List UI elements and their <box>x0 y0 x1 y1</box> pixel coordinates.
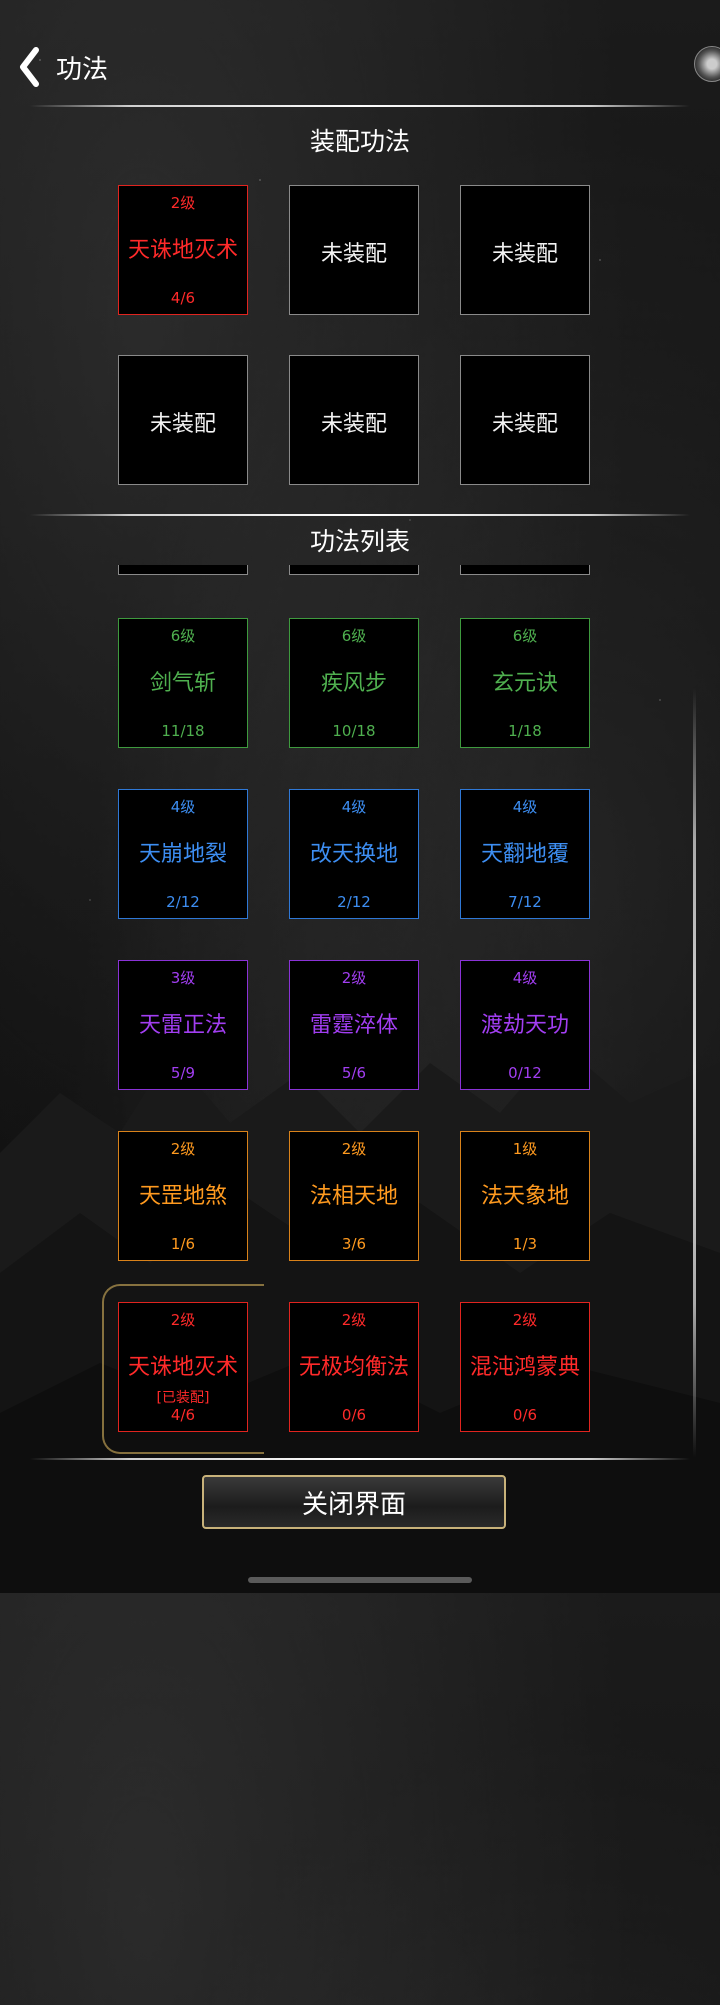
skill-card[interactable]: 4级改天换地 2/12 <box>289 789 419 919</box>
skill-card[interactable]: 6级剑气斩 11/18 <box>118 618 248 748</box>
skill-list[interactable]: 6级 剑气斩 11/18 6级 疾风步 10/18 6级 玄元诀 1/18 4级 天崩地裂 2/12 4… <box>0 565 720 2005</box>
skill-level: 2级 <box>341 1140 367 1158</box>
skill-level: 2级 <box>170 1140 196 1158</box>
skill-card-partial <box>289 565 419 575</box>
skill-card[interactable]: 2级混沌鸿蒙典 0/6 <box>460 1302 590 1432</box>
skill-card[interactable]: 6级玄元诀 1/18 <box>460 618 590 748</box>
skill-name: 天罡地煞 <box>138 1184 227 1209</box>
skill-card[interactable]: 6级疾风步 10/18 <box>289 618 419 748</box>
skill-name: 天翻地覆 <box>480 842 569 867</box>
equipped-section-title: 装配功法 <box>309 127 410 156</box>
empty-slot[interactable]: 未装配 <box>460 355 590 485</box>
skill-name: 改天换地 <box>309 842 398 867</box>
skill-level: 4级 <box>512 798 538 816</box>
skill-progress: 7/12 <box>508 893 542 911</box>
skill-progress: 5/9 <box>170 1064 196 1082</box>
skill-card[interactable]: 2级法相天地 3/6 <box>289 1131 419 1261</box>
skill-name: 未装配 <box>491 412 558 437</box>
empty-slot[interactable]: 未装配 <box>460 185 590 315</box>
skill-card[interactable]: 2级雷霆淬体 5/6 <box>289 960 419 1090</box>
skill-level: 1级 <box>512 1140 538 1158</box>
skill-card-partial <box>460 565 590 575</box>
skill-card[interactable]: 2级天罡地煞 1/6 <box>118 1131 248 1261</box>
skill-name: 渡劫天功 <box>480 1013 569 1038</box>
skill-progress: 11/18 <box>161 722 205 740</box>
skill-name: 未装配 <box>491 242 558 267</box>
skill-name: 法相天地 <box>309 1184 398 1209</box>
skill-card[interactable]: 4级天崩地裂 2/12 <box>118 789 248 919</box>
skill-level: 4级 <box>512 969 538 987</box>
skill-name: 未装配 <box>320 242 387 267</box>
skill-name: 法天象地 <box>480 1184 569 1209</box>
selection-frame <box>102 1284 264 1454</box>
skill-card-partial <box>118 565 248 575</box>
empty-slot[interactable]: 未装配 <box>118 355 248 485</box>
empty-slot[interactable]: 未装配 <box>289 185 419 315</box>
skill-level: 6级 <box>170 627 196 645</box>
back-arrow-icon[interactable] <box>18 47 46 87</box>
skill-progress: 3/6 <box>341 1235 367 1253</box>
skill-level: 6级 <box>512 627 538 645</box>
skill-name: 剑气斩 <box>149 671 216 696</box>
skill-card[interactable]: 3级天雷正法 5/9 <box>118 960 248 1090</box>
skill-name: 无极均衡法 <box>298 1355 409 1380</box>
skill-card[interactable]: 2级无极均衡法 0/6 <box>289 1302 419 1432</box>
skill-progress: 5/6 <box>341 1064 367 1082</box>
skill-progress: 0/6 <box>341 1406 367 1424</box>
skill-level: 6级 <box>341 627 367 645</box>
section-divider <box>30 514 690 516</box>
skill-progress: 1/18 <box>508 722 542 740</box>
list-scrollbar[interactable] <box>693 688 696 1458</box>
skill-level: 3级 <box>170 969 196 987</box>
skill-level: 2级 <box>341 1311 367 1329</box>
skill-level: 2级 <box>341 969 367 987</box>
skill-name: 玄元诀 <box>491 671 558 696</box>
skill-progress: 1/6 <box>170 1235 196 1253</box>
skill-card[interactable]: 2级天诛地灭术 4/6 <box>118 185 248 315</box>
skill-progress: 10/18 <box>332 722 376 740</box>
skill-card[interactable]: 4级天翻地覆 7/12 <box>460 789 590 919</box>
skill-progress: 2/12 <box>166 893 200 911</box>
skill-progress: 2/12 <box>337 893 371 911</box>
page-title: 功法 <box>56 54 109 85</box>
menu-orb-icon[interactable] <box>694 46 720 82</box>
skill-name: 雷霆淬体 <box>309 1013 398 1038</box>
header-divider <box>30 105 690 107</box>
skill-level: 4级 <box>170 798 196 816</box>
empty-slot[interactable]: 未装配 <box>289 355 419 485</box>
skill-name: 天崩地裂 <box>138 842 227 867</box>
skill-name: 疾风步 <box>320 671 387 696</box>
skill-progress: 0/12 <box>508 1064 542 1082</box>
skill-card[interactable]: 4级渡劫天功 0/12 <box>460 960 590 1090</box>
close-interface-button[interactable]: 关闭界面 <box>202 1475 506 1529</box>
skill-card[interactable]: 1级法天象地 1/3 <box>460 1131 590 1261</box>
skill-progress: 0/6 <box>512 1406 538 1424</box>
skill-name: 天雷正法 <box>138 1013 227 1038</box>
skill-level: 4级 <box>341 798 367 816</box>
skill-progress: 4/6 <box>170 289 196 307</box>
skill-name: 混沌鸿蒙典 <box>469 1355 580 1380</box>
skill-name: 未装配 <box>320 412 387 437</box>
skill-name: 未装配 <box>149 412 216 437</box>
header: 功法 <box>18 44 108 90</box>
footer-divider <box>30 1458 690 1460</box>
skill-level: 2级 <box>512 1311 538 1329</box>
skill-progress: 1/3 <box>512 1235 538 1253</box>
skill-level: 2级 <box>170 194 196 212</box>
list-section-title: 功法列表 <box>309 527 410 556</box>
home-indicator[interactable] <box>248 1577 472 1583</box>
skill-name: 天诛地灭术 <box>127 238 238 263</box>
